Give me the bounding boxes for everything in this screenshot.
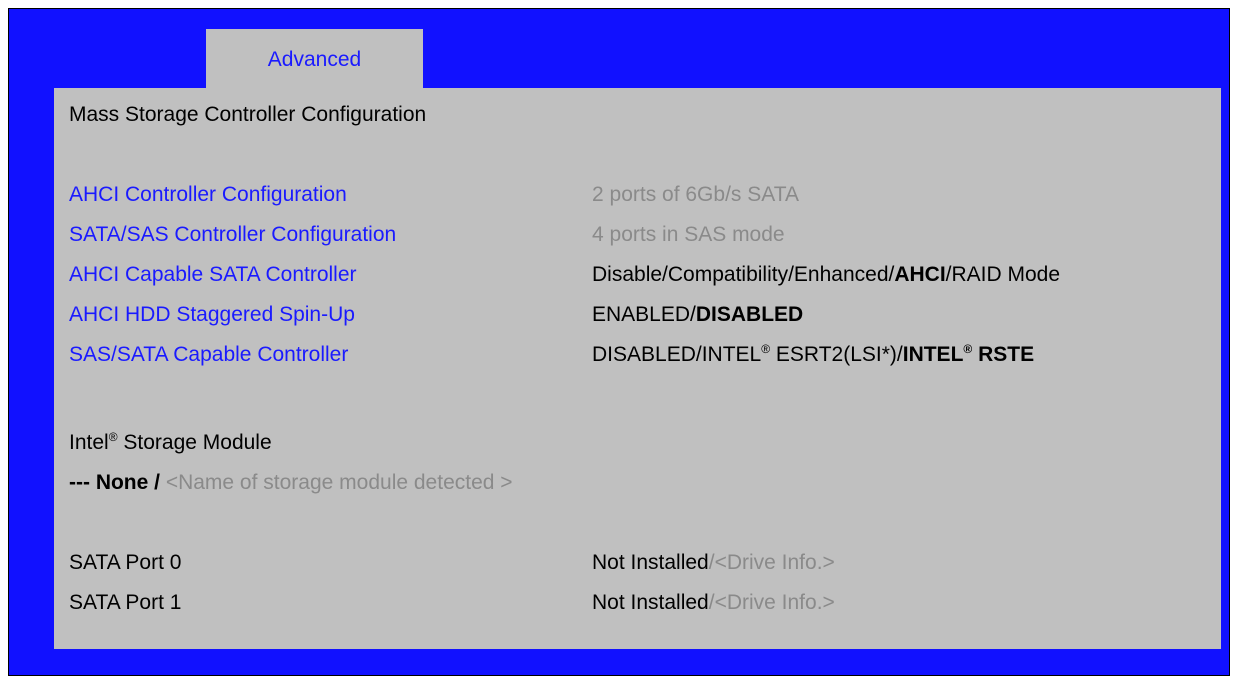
option-text: ENABLED/ (592, 303, 696, 326)
selected-option: AHCI (894, 263, 946, 286)
sata-port-1-label: SATA Port 1 (69, 591, 182, 614)
storage-module-heading-text: Intel (69, 431, 109, 454)
option-text: Disable/Compatibility/Enhanced/ (592, 263, 895, 286)
setting-sata-sas-controller-config-label[interactable]: SATA/SAS Controller Configuration (69, 221, 396, 249)
main-panel: Mass Storage Controller Configuration AH… (54, 88, 1221, 649)
storage-module-none: --- None / (69, 471, 160, 494)
setting-ahci-controller-config-value: 2 ports of 6Gb/s SATA (592, 183, 799, 206)
registered-mark: ® (108, 430, 118, 444)
selected-option: INTEL (902, 343, 964, 366)
setting-ahci-controller-config-label[interactable]: AHCI Controller Configuration (69, 181, 347, 209)
option-text: /RAID Mode (945, 263, 1061, 286)
setting-sas-sata-capable-controller-label[interactable]: SAS/SATA Capable Controller (69, 341, 348, 369)
sata-port-0-label: SATA Port 0 (69, 551, 182, 574)
storage-module-heading: Intel® Storage Module (69, 429, 272, 457)
registered-mark: ® (761, 342, 771, 356)
port-status-text: Not Installed (592, 551, 709, 574)
selected-option: RSTE (972, 343, 1035, 366)
selected-option: DISABLED (695, 303, 804, 326)
setting-sata-sas-controller-config-value: 4 ports in SAS mode (592, 223, 785, 246)
registered-mark: ® (963, 342, 973, 356)
bios-frame: Advanced Mass Storage Controller Configu… (8, 8, 1230, 676)
port-status-text: Not Installed (592, 591, 709, 614)
port-status-hint: /<Drive Info.> (708, 591, 835, 614)
option-text: ESRT2(LSI*)/ (770, 343, 903, 366)
option-text: DISABLED/INTEL (592, 343, 762, 366)
port-status-hint: /<Drive Info.> (708, 551, 835, 574)
setting-ahci-hdd-staggered-spinup-value[interactable]: ENABLED/DISABLED (592, 301, 803, 329)
setting-ahci-capable-sata-controller-label[interactable]: AHCI Capable SATA Controller (69, 261, 357, 289)
sata-port-0-status: Not Installed/<Drive Info.> (592, 549, 835, 577)
storage-module-value: --- None / <Name of storage module detec… (69, 469, 513, 497)
storage-module-hint: <Name of storage module detected > (159, 471, 513, 494)
setting-ahci-capable-sata-controller-value[interactable]: Disable/Compatibility/Enhanced/AHCI/RAID… (592, 261, 1060, 289)
sata-port-1-status: Not Installed/<Drive Info.> (592, 589, 835, 617)
storage-module-heading-rest: Storage Module (117, 431, 272, 454)
setting-ahci-hdd-staggered-spinup-label[interactable]: AHCI HDD Staggered Spin-Up (69, 301, 355, 329)
tab-advanced[interactable]: Advanced (206, 29, 423, 89)
page-title: Mass Storage Controller Configuration (69, 103, 427, 126)
setting-sas-sata-capable-controller-value[interactable]: DISABLED/INTEL® ESRT2(LSI*)/INTEL® RSTE (592, 341, 1034, 369)
